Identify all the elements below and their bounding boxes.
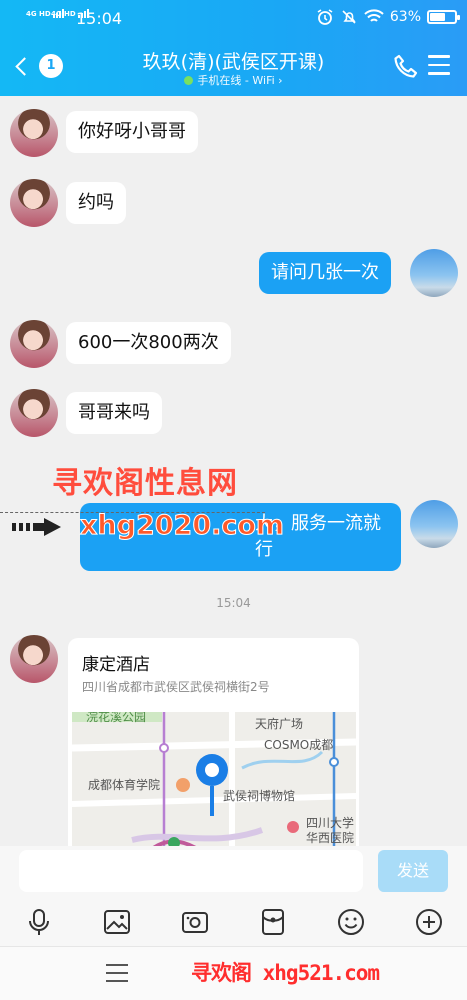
- message-bubble-incoming[interactable]: 你好呀小哥哥: [66, 111, 198, 153]
- alarm-icon: [317, 9, 333, 25]
- contact-avatar[interactable]: [10, 179, 58, 227]
- message-timestamp: 15:04: [216, 596, 251, 610]
- message-input[interactable]: [19, 850, 363, 892]
- map-label-school: 成都体育学院: [88, 778, 161, 792]
- my-avatar[interactable]: [410, 500, 458, 548]
- location-map[interactable]: 浣花溪公园 天府广场 COSMO成都 成都体育学院 武侯祠博物馆 四川大学华西医…: [72, 712, 356, 846]
- message-bubble-incoming[interactable]: 哥哥来吗: [66, 392, 162, 434]
- online-dot-icon: [184, 76, 194, 85]
- my-avatar[interactable]: [410, 249, 458, 297]
- watermark-top: 寻欢阁性息网: [52, 466, 238, 501]
- contact-avatar[interactable]: [10, 109, 58, 157]
- battery-icon: [427, 10, 460, 24]
- microphone-icon[interactable]: [24, 907, 54, 937]
- arrow-right-icon: [12, 518, 61, 536]
- location-address: 四川省成都市武侯区武侯祠横街2号: [82, 680, 270, 694]
- map-label-cosmo: COSMO成都: [264, 738, 334, 752]
- message-bubble-incoming[interactable]: 约吗: [66, 182, 126, 224]
- battery-percent: 63%: [389, 9, 421, 25]
- battery-fill: [430, 13, 445, 21]
- map-label-tianfu: 天府广场: [255, 717, 304, 731]
- status-icons: 63%: [316, 8, 460, 26]
- message-bubble-incoming[interactable]: 600一次800两次: [66, 322, 231, 364]
- location-card[interactable]: 康定酒店 四川省成都市武侯区武侯祠横街2号 浣花溪公园 天府广场 COSMO成都…: [68, 638, 359, 846]
- map-label-museum: 武侯祠博物馆: [223, 789, 296, 803]
- image-icon[interactable]: [102, 907, 132, 937]
- status-bar: 4G HD 4G HD 15:04 63%: [0, 0, 467, 36]
- plus-icon[interactable]: [414, 907, 444, 937]
- nav-menu-icon[interactable]: [106, 964, 128, 982]
- camera-icon[interactable]: [180, 907, 210, 937]
- red-packet-icon[interactable]: [258, 907, 288, 937]
- composer-toolbar: [0, 900, 467, 946]
- mute-icon: [342, 10, 356, 24]
- clock: 15:04: [76, 9, 123, 28]
- wifi-icon: [364, 9, 384, 22]
- menu-icon[interactable]: [428, 55, 450, 75]
- chat-header: 4G HD 4G HD 15:04 63% 1 玖玖(清)(武侯区开课) 手机在…: [0, 0, 467, 96]
- map-label-hospital: 四川大学华西医院: [306, 816, 355, 845]
- emoji-icon[interactable]: [336, 907, 366, 937]
- watermark-middle: xhg2020.com: [79, 510, 285, 542]
- online-status-text: 手机在线 - WiFi ›: [197, 74, 283, 87]
- map-label-park: 浣花溪公园: [86, 712, 147, 724]
- message-bubble-outgoing[interactable]: 请问几张一次: [259, 252, 391, 294]
- location-name: 康定酒店: [82, 655, 150, 675]
- send-button[interactable]: 发送: [378, 850, 448, 892]
- signal-label: 4G HD: [26, 10, 51, 18]
- contact-avatar[interactable]: [10, 635, 58, 683]
- signal-label-2: 4G HD: [51, 10, 76, 18]
- phone-icon[interactable]: [392, 52, 420, 80]
- contact-avatar[interactable]: [10, 320, 58, 368]
- watermark-bottom: 寻欢阁 xhg521.com: [191, 961, 380, 985]
- contact-avatar[interactable]: [10, 389, 58, 437]
